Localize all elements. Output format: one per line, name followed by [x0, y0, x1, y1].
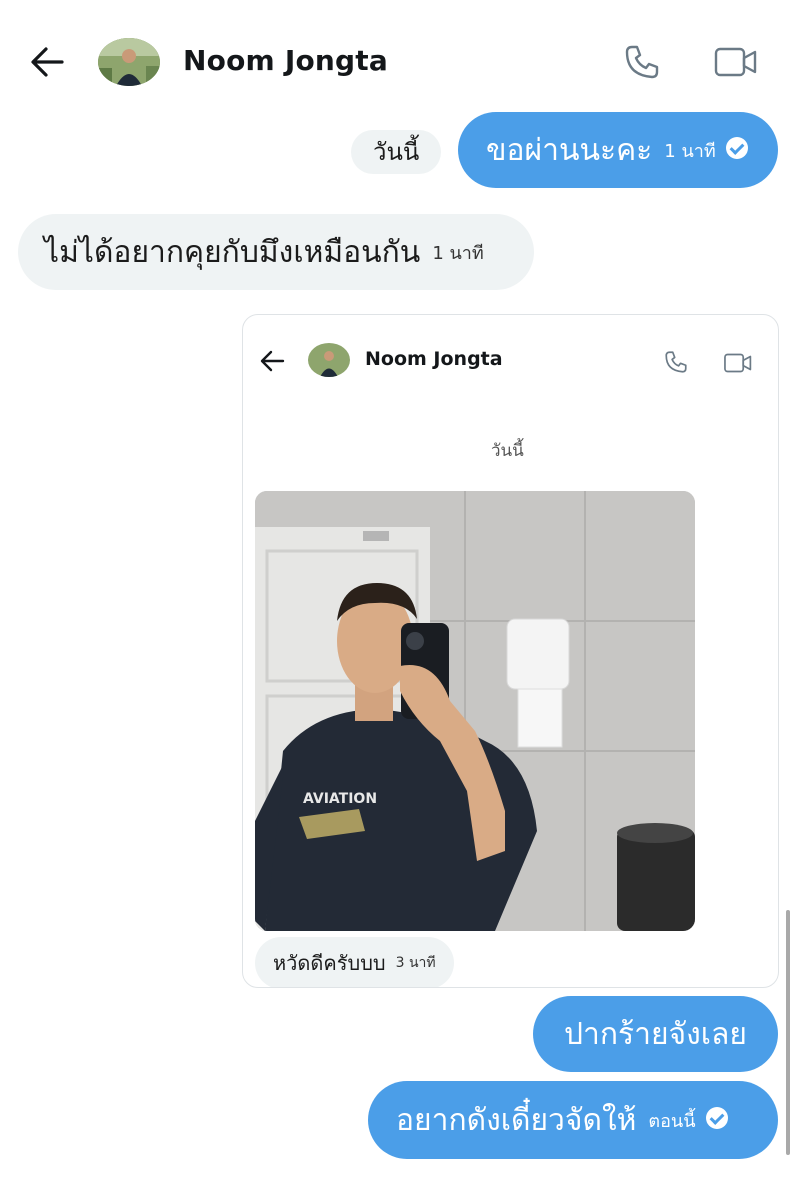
shirt-print-text: AVIATION	[303, 791, 377, 807]
message-time: 1 นาที	[664, 140, 716, 162]
message-bubble-sent[interactable]: ปากร้ายจังเลย	[533, 996, 778, 1072]
phone-icon	[625, 45, 659, 79]
video-call-button[interactable]	[713, 44, 759, 80]
phone-icon	[665, 351, 687, 373]
read-check-icon	[705, 1107, 728, 1129]
video-camera-icon	[714, 47, 757, 77]
back-button[interactable]	[28, 42, 68, 82]
message-text: ขอผ่านนะคะ	[486, 132, 653, 168]
message-text: หวัดดีครับบบ	[273, 951, 386, 975]
message-text: อยากดังเดี๋ยวจัดให้	[396, 1102, 637, 1138]
back-arrow-icon	[31, 47, 64, 77]
day-label: วันนี้	[351, 130, 442, 174]
message-text: ปากร้ายจังเลย	[563, 1016, 748, 1052]
avatar[interactable]	[98, 38, 160, 86]
embedded-screenshot[interactable]: Noom Jongta วันนี้ AVIATION หวัดดีครับบบ…	[242, 314, 779, 988]
read-check-icon	[725, 137, 748, 159]
video-camera-icon	[724, 353, 752, 373]
message-text: ไม่ได้อยากคุยกับมึงเหมือนกัน	[44, 234, 421, 270]
call-button[interactable]	[622, 42, 662, 82]
message-bubble-received[interactable]: หวัดดีครับบบ 3 นาที	[255, 937, 454, 987]
contact-name[interactable]: Noom Jongta	[183, 44, 388, 77]
message-time: 1 นาที	[432, 242, 484, 264]
avatar	[308, 343, 350, 377]
message-bubble-sent[interactable]: อยากดังเดี๋ยวจัดให้ ตอนนี้	[368, 1081, 778, 1159]
scrollbar[interactable]	[786, 910, 790, 1155]
day-label: วันนี้	[491, 441, 524, 461]
contact-name: Noom Jongta	[365, 348, 503, 370]
shared-photo[interactable]: AVIATION	[255, 491, 695, 931]
message-bubble-received[interactable]: ไม่ได้อยากคุยกับมึงเหมือนกัน 1 นาที	[18, 214, 534, 290]
message-time: ตอนนี้	[648, 1110, 696, 1132]
message-time: 3 นาที	[395, 955, 436, 971]
back-arrow-icon	[260, 350, 285, 372]
day-label-text: วันนี้	[373, 138, 420, 166]
message-bubble-sent[interactable]: ขอผ่านนะคะ 1 นาที	[458, 112, 778, 188]
